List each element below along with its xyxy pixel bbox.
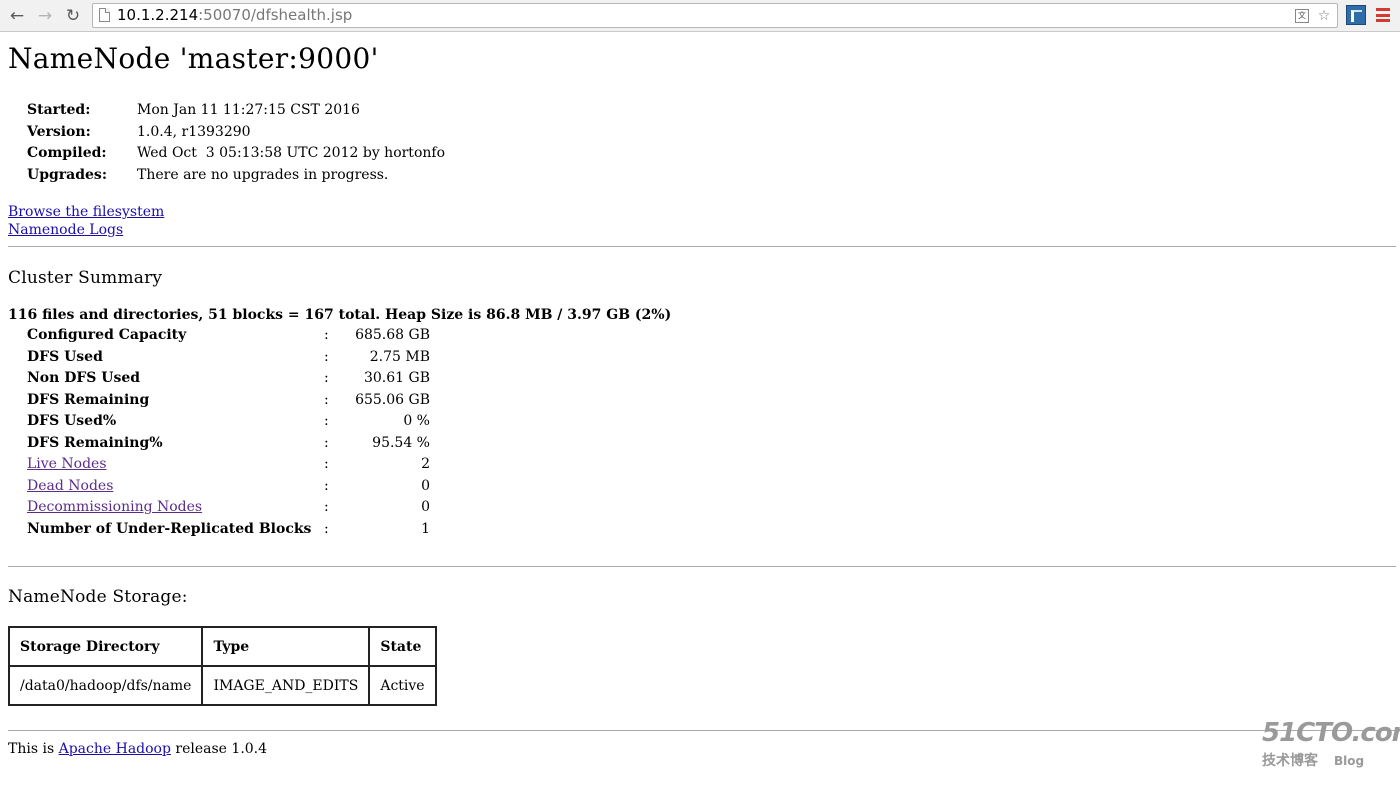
divider: [8, 246, 1396, 247]
stat-label: DFS Used%: [27, 413, 117, 429]
star-icon[interactable]: ☆: [1315, 7, 1333, 25]
stat-row: DFS Remaining: 655.06 GB: [27, 390, 430, 412]
stat-value: 30.61 GB: [363, 370, 430, 386]
stat-value: 1: [421, 520, 430, 537]
url-text[interactable]: 10.1.2.214:50070/dfshealth.jsp: [117, 6, 352, 24]
column-header: Storage Directory: [7, 626, 204, 667]
watermark-logo: 51CTO.com: [1262, 718, 1400, 748]
info-upgrades: Upgrades: There are no upgrades in progre…: [27, 165, 445, 187]
translate-icon[interactable]: 文: [1293, 7, 1311, 25]
stat-value: 2.75 MB: [369, 348, 430, 365]
watermark-blog: Blog: [1334, 754, 1365, 768]
page-icon: [99, 8, 110, 22]
extension-icon[interactable]: [1346, 5, 1366, 25]
cluster-stats: Configured Capacity: 685.68 GB DFS Used: 2…: [27, 325, 430, 540]
info-label: Compiled:: [27, 145, 107, 161]
stat-value: 0 %: [403, 413, 430, 429]
stat-row: Live Nodes: 2: [27, 454, 430, 476]
namenode-storage-heading: NameNode Storage:: [8, 587, 188, 607]
stat-row: DFS Used: 2.75 MB: [27, 347, 430, 369]
stat-colon: :: [324, 391, 329, 408]
forward-icon[interactable]: →: [34, 5, 56, 27]
nav-links: Browse the filesystem Namenode Logs: [8, 204, 164, 239]
live-nodes-link[interactable]: Live Nodes: [27, 456, 107, 472]
url-host: 10.1.2.214: [117, 6, 199, 24]
table-row: /data0/hadoop/dfs/name IMAGE_AND_EDITS A…: [7, 665, 437, 706]
apache-hadoop-link[interactable]: Apache Hadoop: [59, 741, 171, 757]
stat-label-cell: Dead Nodes: [27, 476, 324, 498]
footer: This is Apache Hadoop release 1.0.4: [8, 741, 267, 757]
info-started: Started: Mon Jan 11 11:27:15 CST 2016: [27, 100, 445, 122]
stat-colon: :: [324, 434, 329, 451]
stat-colon: :: [324, 499, 329, 515]
storage-directory-cell: /data0/hadoop/dfs/name: [7, 665, 204, 706]
back-icon[interactable]: ←: [6, 5, 28, 27]
stat-colon: :: [324, 327, 329, 343]
stat-label: Number of Under-Replicated Blocks: [27, 520, 312, 537]
stat-row: DFS Used%: 0 %: [27, 411, 430, 433]
address-bar[interactable]: 10.1.2.214:50070/dfshealth.jsp 文 ☆: [92, 3, 1338, 28]
stat-value: 2: [421, 456, 430, 472]
stat-value: 95.54 %: [372, 434, 430, 451]
stat-label-cell: Decommissioning Nodes: [27, 497, 324, 519]
stat-value: 655.06 GB: [355, 391, 430, 408]
stat-value: 0: [421, 499, 430, 515]
watermark-sub: 技术博客: [1262, 753, 1318, 769]
info-value: Mon Jan 11 11:27:15 CST 2016: [137, 102, 360, 118]
dead-nodes-link[interactable]: Dead Nodes: [27, 478, 113, 494]
storage-table: Storage Directory Type State /data0/hado…: [7, 626, 437, 706]
info-value: There are no upgrades in progress.: [137, 166, 389, 183]
browser-toolbar: ← → ↻ 10.1.2.214:50070/dfshealth.jsp 文 ☆: [0, 0, 1400, 32]
watermark-subtitle: 技术博客 Blog: [1262, 750, 1392, 770]
page-title: NameNode 'master:9000': [8, 42, 379, 75]
stat-value: 685.68 GB: [355, 327, 430, 343]
divider: [8, 566, 1396, 567]
namenode-logs-link[interactable]: Namenode Logs: [8, 222, 123, 238]
stat-label: Non DFS Used: [27, 370, 141, 386]
stat-value: 0: [421, 477, 430, 494]
browse-filesystem-link[interactable]: Browse the filesystem: [8, 204, 164, 220]
menu-icon[interactable]: [1376, 8, 1390, 22]
column-header: Type: [201, 626, 371, 667]
reload-icon[interactable]: ↻: [62, 5, 84, 27]
stat-row: Number of Under-Replicated Blocks: 1: [27, 519, 430, 541]
stat-label-cell: Live Nodes: [27, 454, 324, 476]
info-value: Wed Oct 3 05:13:58 UTC 2012 by hortonfo: [137, 145, 445, 161]
stat-row: DFS Remaining%: 95.54 %: [27, 433, 430, 455]
stat-colon: :: [324, 477, 329, 494]
info-version: Version: 1.0.4, r1393290: [27, 122, 445, 144]
divider: [8, 730, 1396, 731]
stat-row: Non DFS Used: 30.61 GB: [27, 368, 430, 390]
info-value: 1.0.4, r1393290: [137, 123, 251, 140]
namenode-info: Started: Mon Jan 11 11:27:15 CST 2016 Ver…: [27, 100, 445, 186]
info-label: Started:: [27, 102, 91, 118]
info-label: Version:: [27, 123, 91, 140]
cluster-summary-line: 116 files and directories, 51 blocks = 1…: [8, 307, 672, 323]
decommissioning-nodes-link[interactable]: Decommissioning Nodes: [27, 499, 202, 515]
info-label: Upgrades:: [27, 166, 107, 183]
storage-type-cell: IMAGE_AND_EDITS: [201, 665, 371, 706]
stat-row: Configured Capacity: 685.68 GB: [27, 325, 430, 347]
stat-label: DFS Remaining: [27, 391, 150, 408]
cluster-summary-heading: Cluster Summary: [8, 268, 163, 288]
table-header-row: Storage Directory Type State: [7, 626, 437, 667]
footer-suffix: release 1.0.4: [170, 741, 268, 757]
stat-label: DFS Remaining%: [27, 434, 163, 451]
info-compiled: Compiled: Wed Oct 3 05:13:58 UTC 2012 by …: [27, 143, 445, 165]
storage-state-cell: Active: [368, 665, 437, 706]
stat-row: Dead Nodes: 0: [27, 476, 430, 498]
stat-colon: :: [324, 370, 329, 386]
stat-colon: :: [324, 520, 329, 537]
stat-colon: :: [324, 456, 329, 472]
site-watermark: 51CTO.com 技术博客 Blog: [1262, 718, 1400, 778]
stat-colon: :: [324, 413, 329, 429]
stat-label: Configured Capacity: [27, 327, 187, 343]
footer-prefix: This is: [8, 741, 59, 757]
stat-label: DFS Used: [27, 348, 103, 365]
stat-row: Decommissioning Nodes: 0: [27, 497, 430, 519]
stat-colon: :: [324, 348, 329, 365]
column-header: State: [368, 626, 437, 667]
url-path: :50070/dfshealth.jsp: [198, 6, 353, 24]
